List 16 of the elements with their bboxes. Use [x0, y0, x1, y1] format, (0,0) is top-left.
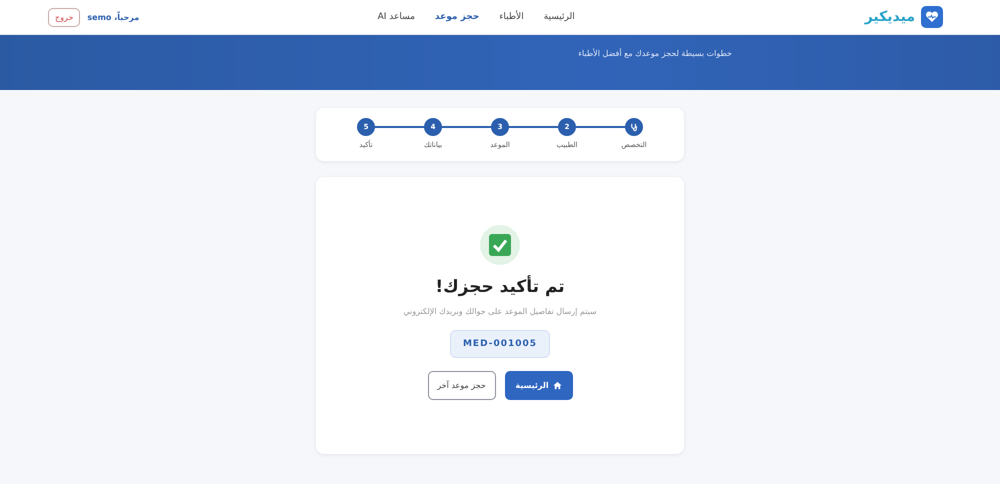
- nav-link[interactable]: الرئيسية: [544, 12, 575, 22]
- hero-subtitle: خطوات بسيطة لحجز موعدك مع أفضل الأطباء: [577, 49, 732, 58]
- booking-code: MED-001005: [450, 330, 550, 358]
- book-another-button[interactable]: حجز موعد آخر: [428, 371, 496, 400]
- logout-button[interactable]: خروج: [48, 8, 80, 26]
- nav-link[interactable]: حجز موعد: [434, 12, 480, 22]
- nav-link[interactable]: الأطباء: [499, 12, 524, 22]
- nav-link[interactable]: مساعد AI: [378, 12, 415, 22]
- confirmation-title: تم تأكيد حجزك!: [435, 277, 565, 297]
- check-icon: [489, 234, 511, 256]
- user-greeting: مرحباً، semo: [87, 12, 140, 22]
- home-button[interactable]: الرئيسية: [504, 371, 572, 400]
- stethoscope-icon: [630, 122, 638, 132]
- confirmation-message: سيتم إرسال تفاصيل الموعد على جوالك وبريدك الإلكتروني: [403, 307, 597, 316]
- heart-logo-icon[interactable]: [921, 6, 943, 28]
- home-icon: [552, 381, 562, 390]
